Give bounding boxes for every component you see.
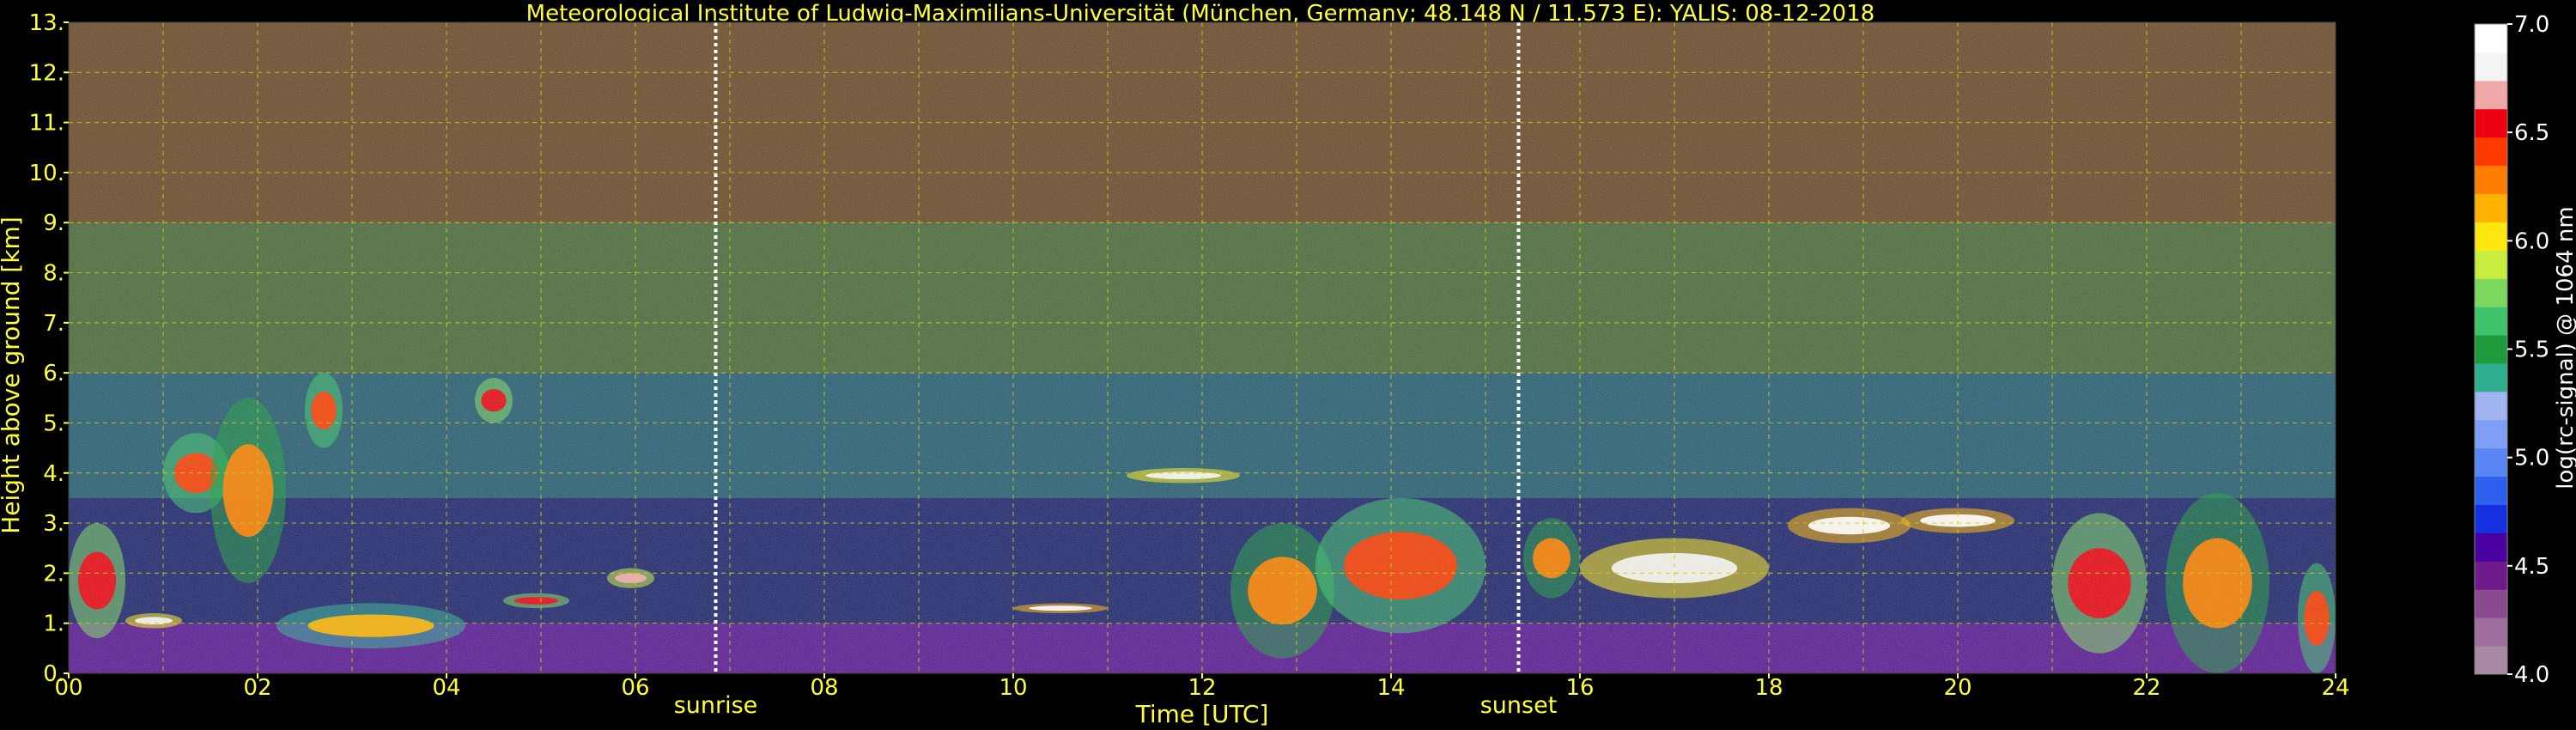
y-tick-label: 2. [43, 561, 64, 587]
colorbar-tick-label: 5.5 [2514, 338, 2549, 363]
colorbar-tick-label: 4.0 [2514, 662, 2549, 688]
colorbar-band [2475, 504, 2507, 533]
colorbar-band [2475, 419, 2507, 449]
colorbar-band [2475, 193, 2507, 222]
colorbar-band [2475, 24, 2507, 53]
y-tick-label: 4. [43, 461, 64, 487]
x-tick-label: 14 [1376, 675, 1405, 701]
y-tick-label: 1. [43, 611, 64, 637]
colorbar-ticks: 4.0 4.5 5.0 5.5 6.0 6.5 7.0 [2507, 12, 2549, 688]
x-tick-label: 00 [54, 675, 82, 701]
y-tick-label: 7. [43, 311, 64, 337]
y-tick-label: 3. [43, 511, 64, 537]
colorbar-label: log(rc-signal) @ 1064 nm [2553, 206, 2576, 489]
colorbar-band [2475, 362, 2507, 392]
colorbar-band [2475, 589, 2507, 618]
colorbar-tick-label: 5.0 [2514, 446, 2549, 471]
x-axis-ticks: 00 02 04 06 08 10 12 14 16 18 20 22 24 [54, 673, 2350, 701]
x-tick-label: 08 [810, 675, 838, 701]
x-tick-label: 24 [2321, 675, 2349, 701]
y-tick-label: 5. [43, 411, 64, 436]
lidar-chart: Meteorological Institute of Ludwig-Maxim… [0, 1, 2576, 728]
colorbar-tick-label: 6.0 [2514, 228, 2549, 254]
y-axis-ticks: 0.1.2.3.4.5.6.7.8.9.10.11.12.13. [29, 10, 69, 687]
y-tick-label: 8. [43, 261, 64, 287]
colorbar-band [2475, 391, 2507, 421]
colorbar-band [2475, 278, 2507, 307]
colorbar-bands [2475, 24, 2507, 675]
colorbar-tick-label: 7.0 [2514, 12, 2549, 38]
x-tick-label: 06 [621, 675, 649, 701]
y-axis-label: Height above ground [km] [0, 216, 25, 534]
x-tick-label: 22 [2132, 675, 2160, 701]
x-tick-label: 20 [1943, 675, 1971, 701]
x-tick-label: 18 [1754, 675, 1783, 701]
x-tick-label: 10 [999, 675, 1027, 701]
y-tick-label: 11. [29, 111, 64, 137]
y-tick-label: 6. [43, 361, 64, 386]
x-tick-label: 12 [1188, 675, 1216, 701]
colorbar-band [2475, 307, 2507, 336]
colorbar-band [2475, 476, 2507, 506]
colorbar-tick-label: 4.5 [2514, 554, 2549, 580]
colorbar-band [2475, 222, 2507, 251]
colorbar-band [2475, 137, 2507, 167]
x-axis-label: Time [UTC] [1135, 700, 1269, 728]
colorbar-band [2475, 108, 2507, 138]
y-tick-label: 12. [29, 60, 64, 86]
y-tick-label: 9. [43, 210, 64, 236]
x-tick-label: 04 [432, 675, 460, 701]
event-label: sunrise [674, 692, 758, 719]
colorbar-band [2475, 250, 2507, 279]
x-tick-label: 02 [243, 675, 271, 701]
colorbar-band [2475, 561, 2507, 590]
colorbar-band [2475, 447, 2507, 478]
colorbar-band [2475, 52, 2507, 82]
y-tick-label: 10. [29, 161, 64, 186]
colorbar-band [2475, 532, 2507, 562]
colorbar-band [2475, 335, 2507, 364]
colorbar: 4.0 4.5 5.0 5.5 6.0 6.5 7.0 log(rc-signal) @ 1… [2474, 12, 2576, 688]
plot-area: sunrise sunset [68, 21, 2336, 719]
y-tick-label: 13. [29, 10, 64, 36]
event-label: sunset [1480, 692, 1558, 719]
colorbar-band [2475, 617, 2507, 647]
colorbar-band [2475, 80, 2507, 110]
colorbar-band [2475, 165, 2507, 194]
colorbar-tick-label: 6.5 [2514, 120, 2549, 146]
x-tick-label: 16 [1565, 675, 1594, 701]
colorbar-band [2475, 646, 2507, 675]
